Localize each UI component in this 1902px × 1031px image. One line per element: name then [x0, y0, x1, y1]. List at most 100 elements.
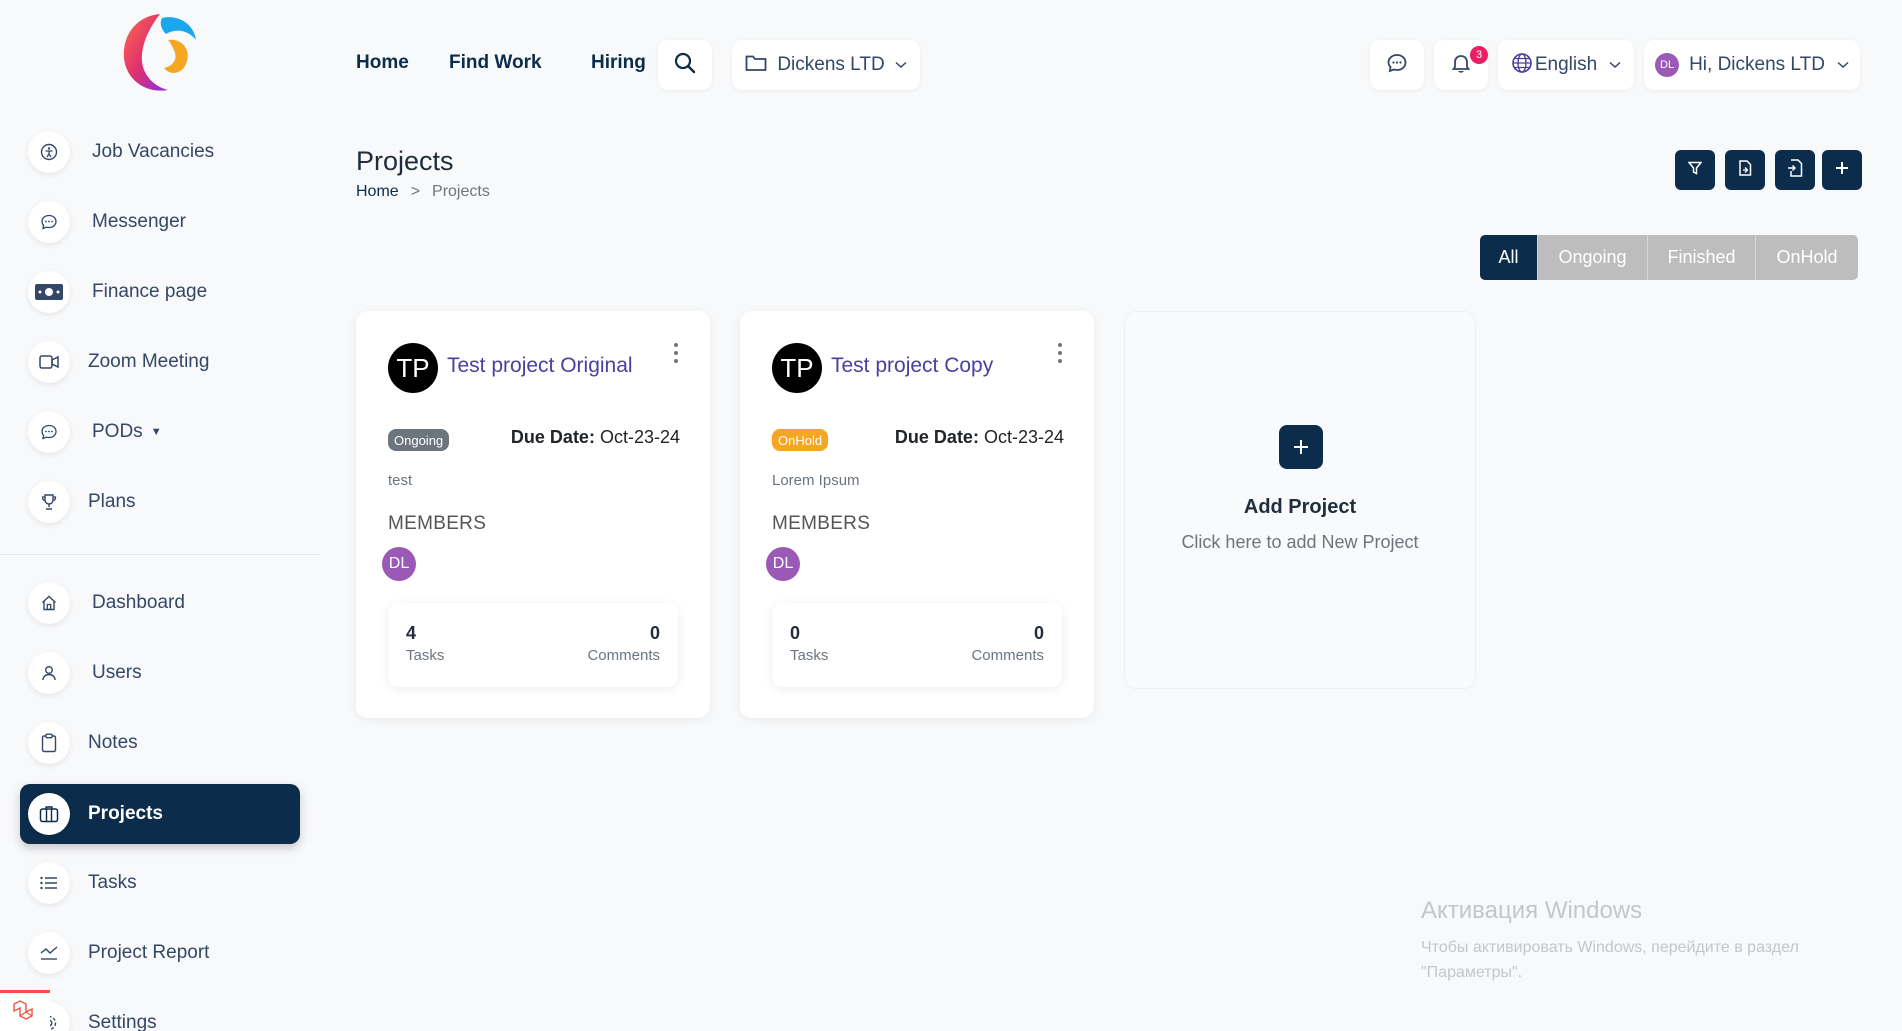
sidebar-item-label: Finance page: [92, 281, 208, 302]
sidebar-item-label: Settings: [88, 1012, 157, 1031]
nav-hiring-link[interactable]: Hiring: [591, 52, 646, 74]
language-dropdown[interactable]: English: [1498, 40, 1634, 90]
members-label: MEMBERS: [388, 513, 487, 534]
notification-count-badge: 3: [1470, 46, 1488, 64]
tasks-label: Tasks: [790, 647, 829, 664]
projects-icon: [28, 793, 70, 835]
more-options-icon[interactable]: [672, 341, 680, 365]
trophy-icon: [28, 481, 70, 523]
sidebar-item-messenger[interactable]: Messenger: [20, 192, 300, 252]
breadcrumb-current: Projects: [432, 183, 490, 200]
chat-icon: [28, 201, 70, 243]
sidebar-item-label: Dashboard: [92, 592, 185, 613]
sidebar-item-users[interactable]: Users: [20, 643, 300, 703]
comments-count: 0: [649, 623, 660, 643]
brand-logo[interactable]: [116, 6, 204, 96]
sidebar-item-label: Users: [92, 662, 142, 683]
sidebar-item-notes[interactable]: Notes: [20, 713, 300, 773]
user-icon: [28, 652, 70, 694]
tasks-count: 4: [406, 623, 417, 643]
project-description: test: [388, 472, 413, 489]
project-name-link[interactable]: Test project Copy: [831, 354, 993, 378]
workspace-dropdown[interactable]: Dickens LTD: [732, 40, 920, 90]
more-options-icon[interactable]: [1056, 341, 1064, 365]
chart-line-icon: [28, 932, 70, 974]
list-icon: [28, 862, 70, 904]
sidebar-item-project-report[interactable]: Project Report: [20, 923, 300, 983]
accessibility-icon: [28, 131, 70, 173]
add-project-toolbar-button[interactable]: [1822, 150, 1862, 190]
sidebar-item-label: Job Vacancies: [92, 141, 215, 162]
member-avatar[interactable]: DL: [766, 547, 800, 581]
add-project-subtitle: Click here to add New Project: [1181, 532, 1419, 552]
sidebar-item-label: PODs: [92, 421, 143, 442]
watermark-text: Чтобы активировать Windows, перейдите в …: [1421, 939, 1799, 981]
search-button[interactable]: [658, 40, 712, 90]
status-filter-tabs: All Ongoing Finished OnHold: [1480, 235, 1858, 280]
sidebar-item-label: Zoom Meeting: [88, 351, 210, 372]
breadcrumb-separator: >: [410, 183, 421, 200]
sidebar-item-label: Tasks: [88, 872, 137, 893]
windows-activation-watermark: Активация Windows Чтобы активировать Win…: [1421, 897, 1871, 985]
app-page: Job Vacancies Messenger Finance page Zoo…: [0, 0, 1902, 1031]
add-project-card[interactable]: Add Project Click here to add New Projec…: [1124, 311, 1476, 689]
workspace-name: Dickens LTD: [777, 54, 885, 75]
sidebar-item-dashboard[interactable]: Dashboard: [20, 573, 300, 633]
file-export-icon: [1738, 159, 1752, 181]
plus-icon: [1834, 160, 1850, 181]
member-avatar[interactable]: DL: [382, 547, 416, 581]
sidebar: Job Vacancies Messenger Finance page Zoo…: [0, 0, 320, 1031]
folder-icon: [745, 54, 767, 77]
bell-icon: [1450, 52, 1472, 79]
globe-icon: [1511, 52, 1533, 79]
sidebar-item-label: Projects: [88, 803, 163, 824]
user-greeting: Hi, Dickens LTD: [1689, 54, 1825, 75]
notifications-button[interactable]: 3: [1434, 40, 1488, 90]
due-date-label: Due Date:: [510, 427, 595, 447]
project-avatar: TP: [772, 343, 822, 393]
sidebar-item-label: Project Report: [88, 942, 210, 963]
project-name-link[interactable]: Test project Original: [447, 354, 633, 378]
export-pdf-button[interactable]: [1725, 150, 1765, 190]
project-card[interactable]: TP Test project Original Ongoing Due Dat…: [356, 311, 710, 718]
project-avatar: TP: [388, 343, 438, 393]
tab-ongoing[interactable]: Ongoing: [1538, 235, 1648, 280]
sidebar-item-zoom-meeting[interactable]: Zoom Meeting: [20, 332, 300, 392]
sidebar-item-pods[interactable]: PODs ▼: [20, 402, 300, 462]
sidebar-item-projects[interactable]: Projects: [20, 784, 300, 844]
tab-onhold[interactable]: OnHold: [1756, 235, 1858, 280]
tab-all[interactable]: All: [1480, 235, 1538, 280]
user-menu-dropdown[interactable]: DL Hi, Dickens LTD: [1644, 40, 1860, 90]
messages-button[interactable]: [1370, 40, 1424, 90]
due-date: Due Date: Oct-23-24: [895, 427, 1064, 448]
plus-icon[interactable]: [1279, 425, 1323, 469]
chevron-down-icon: [1609, 56, 1621, 74]
breadcrumb-home-link[interactable]: Home: [356, 183, 399, 201]
sidebar-item-job-vacancies[interactable]: Job Vacancies: [20, 122, 300, 182]
tab-finished[interactable]: Finished: [1648, 235, 1756, 280]
money-icon: [28, 271, 70, 313]
project-card[interactable]: TP Test project Copy OnHold Due Date: Oc…: [740, 311, 1094, 718]
sidebar-divider: [0, 554, 320, 555]
sidebar-item-finance-page[interactable]: Finance page: [20, 262, 300, 322]
sidebar-item-settings[interactable]: Settings: [20, 993, 300, 1031]
nav-home-link[interactable]: Home: [356, 52, 409, 74]
sidebar-item-label: Plans: [88, 491, 136, 512]
page-title: Projects: [356, 146, 454, 176]
sidebar-item-label: Messenger: [92, 211, 186, 232]
laravel-debugbar-icon[interactable]: [0, 990, 50, 1031]
import-file-button[interactable]: [1775, 150, 1815, 190]
nav-find-work-link[interactable]: Find Work: [449, 52, 542, 74]
add-project-title: Add Project: [1243, 496, 1357, 518]
members-label: MEMBERS: [772, 513, 871, 534]
due-date-value: Oct-23-24: [983, 427, 1064, 447]
video-icon: [28, 341, 70, 383]
file-import-icon: [1787, 158, 1803, 182]
sidebar-item-plans[interactable]: Plans: [20, 472, 300, 532]
filter-button[interactable]: [1675, 150, 1715, 190]
clipboard-icon: [28, 722, 70, 764]
project-stats: 4 Tasks 0 Comments: [388, 603, 678, 687]
due-date-label: Due Date:: [894, 427, 979, 447]
project-description: Lorem Ipsum: [772, 472, 860, 489]
sidebar-item-tasks[interactable]: Tasks: [20, 853, 300, 913]
